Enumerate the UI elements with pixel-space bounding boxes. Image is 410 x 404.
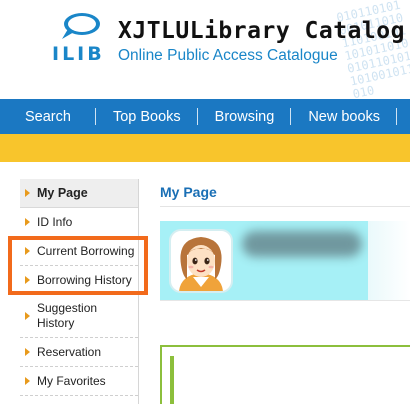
content-panel-accent	[170, 356, 174, 404]
profile-divider	[160, 300, 410, 301]
page-title: My Page	[160, 184, 217, 200]
sidebar-item-my-page[interactable]: My Page	[20, 179, 138, 208]
sidebar-item-label: Suggestion History	[37, 301, 98, 330]
site-subtitle: Online Public Access Catalogue	[118, 47, 338, 64]
sidebar-item-label: ID Info	[37, 215, 73, 229]
sidebar-item-label: Current Borrowing	[37, 244, 135, 258]
logo-text: ILIB	[52, 43, 105, 65]
sidebar-item-label: My Favorites	[37, 374, 106, 388]
nav-search[interactable]: Search	[25, 109, 71, 125]
nav-new-books[interactable]: New books	[308, 109, 380, 125]
main-nav: Search Top Books Browsing New books	[0, 99, 410, 134]
sidebar-item-label: My Page	[37, 186, 88, 200]
site-title: XJTLULibrary Catalog	[118, 18, 405, 44]
nav-separator	[94, 108, 96, 125]
arrow-right-icon	[25, 189, 30, 197]
arrow-right-icon	[25, 312, 30, 320]
arrow-right-icon	[25, 377, 30, 385]
arrow-right-icon	[25, 348, 30, 356]
sidebar: My Page ID Info Current Borrowing Borrow…	[20, 179, 138, 396]
header: 0101101010010110101101001011010110100101…	[0, 0, 410, 99]
sidebar-item-label: Borrowing History	[37, 273, 132, 287]
nav-browsing[interactable]: Browsing	[215, 109, 275, 125]
nav-separator	[396, 108, 398, 125]
title-divider	[160, 206, 410, 207]
binary-decoration: 0101101010010110101101001011010110100101…	[335, 0, 410, 99]
content-panel	[160, 345, 410, 404]
sidebar-item-suggestion-history[interactable]: Suggestion History	[20, 295, 138, 338]
arrow-right-icon	[25, 218, 30, 226]
speech-bubble-logo-icon	[62, 13, 100, 39]
nav-accent-strip	[0, 134, 410, 162]
sidebar-item-borrowing-history[interactable]: Borrowing History	[20, 266, 138, 295]
profile-card	[160, 221, 368, 300]
nav-separator	[196, 108, 198, 125]
arrow-right-icon	[25, 247, 30, 255]
nav-separator	[290, 108, 292, 125]
avatar-icon	[179, 237, 223, 291]
profile-card-fade	[368, 221, 410, 300]
sidebar-item-id-info[interactable]: ID Info	[20, 208, 138, 237]
sidebar-item-current-borrowing[interactable]: Current Borrowing	[20, 237, 138, 266]
sidebar-divider	[138, 179, 139, 404]
username-redacted	[242, 231, 362, 257]
nav-top-books[interactable]: Top Books	[113, 109, 181, 125]
sidebar-item-label: Reservation	[37, 345, 102, 359]
sidebar-item-my-favorites[interactable]: My Favorites	[20, 367, 138, 396]
arrow-right-icon	[25, 276, 30, 284]
sidebar-item-reservation[interactable]: Reservation	[20, 338, 138, 367]
avatar	[169, 229, 233, 293]
